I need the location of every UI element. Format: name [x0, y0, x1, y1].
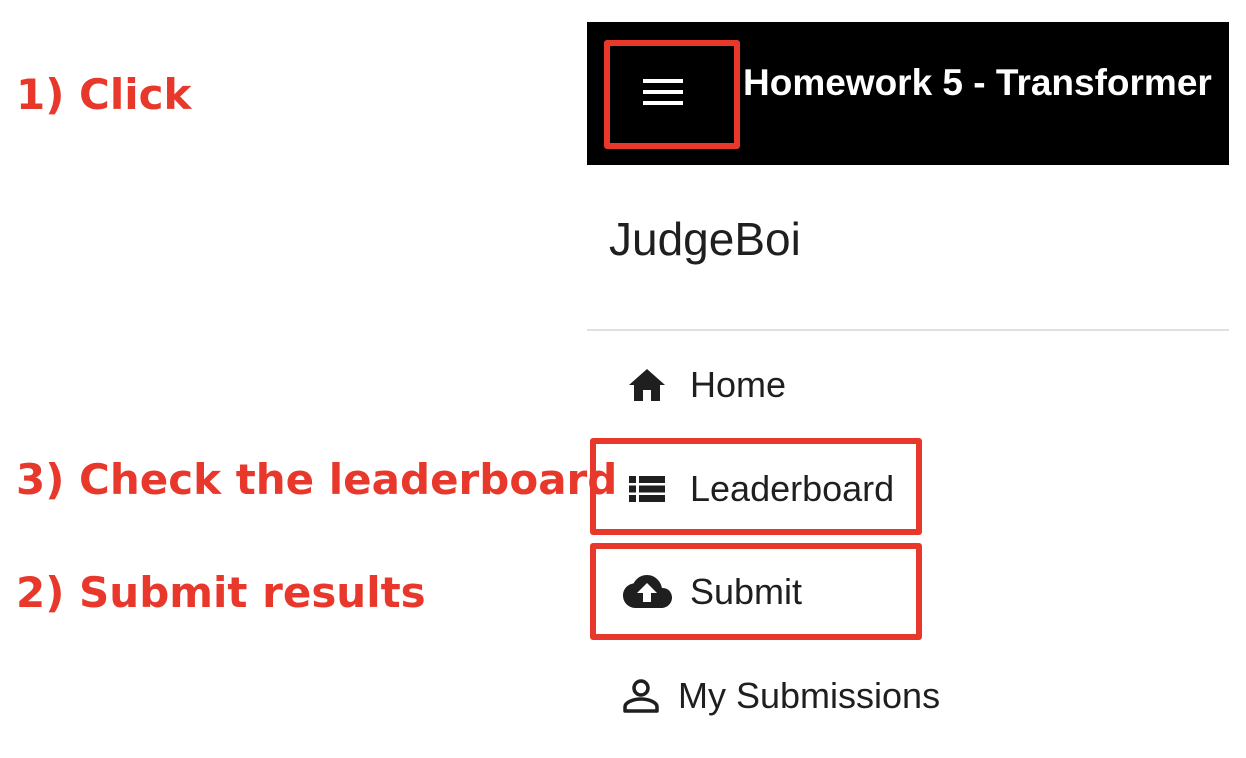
menu-button[interactable]	[607, 44, 718, 145]
annotation-step-3: 3) Check the leaderboard	[16, 455, 618, 504]
annotation-step-1: 1) Click	[16, 70, 192, 119]
cloud-upload-icon	[622, 567, 672, 617]
nav-item-label: Leaderboard	[690, 468, 895, 509]
annotation-step-2: 2) Submit results	[16, 568, 426, 617]
app-bar: Homework 5 - Transformer	[587, 22, 1229, 165]
app-title: Homework 5 - Transformer	[743, 62, 1212, 103]
drawer-title: JudgeBoi	[609, 213, 801, 265]
nav-item-label: Home	[690, 364, 787, 405]
nav-item-home[interactable]: Home	[600, 345, 920, 425]
nav-item-submit[interactable]: Submit	[600, 552, 920, 632]
nav-item-my-submissions[interactable]: My Submissions	[600, 656, 940, 736]
nav-item-leaderboard[interactable]: Leaderboard	[600, 449, 920, 529]
hamburger-menu-icon	[641, 77, 685, 112]
list-icon	[622, 464, 672, 514]
person-icon	[622, 671, 660, 721]
drawer-divider	[587, 329, 1229, 331]
nav-item-label: My Submissions	[678, 675, 941, 716]
nav-item-label: Submit	[690, 571, 803, 612]
home-icon	[622, 360, 672, 410]
